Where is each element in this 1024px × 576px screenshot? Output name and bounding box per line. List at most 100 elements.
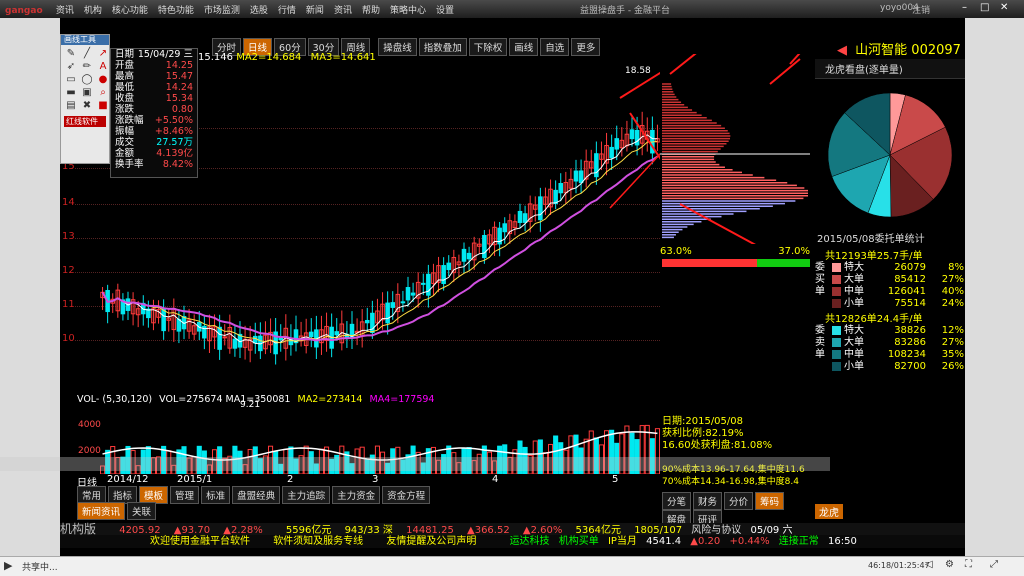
x-axis-label: 2 [287, 474, 294, 485]
menu-item[interactable]: 选股 [245, 0, 273, 19]
news-tab[interactable]: 新闻资讯 [77, 502, 126, 520]
info-row: 最高 15.47 [111, 71, 197, 82]
candle-body [222, 336, 228, 339]
color-tool-icon[interactable]: ■ [96, 100, 110, 111]
cost-panel: 日期:2015/05/08 获利比例:82.19% 16.60处获利盘:81.0… [662, 416, 812, 488]
menu-item[interactable]: 特色功能 [153, 0, 199, 19]
order-row: 小单 82700 26% [815, 361, 965, 373]
left-gutter [0, 18, 60, 556]
menu-item[interactable]: 行情 [273, 0, 301, 19]
order-swatch [832, 299, 841, 308]
notice-link[interactable]: 友情提醒及公司声明 [386, 536, 476, 547]
sell-rows: 委 特大 38826 12% 卖 大单 83286 27% 单 中单 108234 35% 小单 8270… [815, 325, 965, 373]
app-logo: gangao [5, 6, 43, 16]
vol-axis-4000: 4000 [78, 420, 101, 430]
chart-tool-button[interactable]: 操盘线 [378, 38, 417, 56]
menu-item[interactable]: 策略中心 [385, 0, 431, 19]
sell-total: 共12826单24.4手/单 [825, 314, 923, 325]
maximize-icon[interactable]: □ [980, 2, 989, 13]
edition-label: 机构版 [60, 522, 97, 536]
high-price-label: 18.58 [625, 66, 651, 76]
rect-tool-icon[interactable]: ▭ [64, 74, 78, 85]
footer-v2: ▲0.20 [690, 536, 721, 547]
x-axis-label: 5 [612, 474, 619, 485]
price-tick: 14 [62, 197, 75, 208]
info-key: 最低 [115, 82, 135, 93]
info-key: 日期 [115, 49, 135, 60]
chart-tool-button[interactable]: 画线 [509, 38, 539, 56]
fill-tool-icon[interactable]: ▬ [64, 87, 78, 98]
chart-tool-button[interactable]: 指数叠加 [418, 38, 467, 56]
menu-item[interactable]: 核心功能 [107, 0, 153, 19]
price-tick: 12 [62, 265, 75, 276]
order-row: 委 特大 38826 12% [815, 325, 965, 337]
text-tool-icon[interactable]: A [96, 61, 110, 72]
menu-item[interactable]: 设置 [431, 0, 459, 19]
menu-item[interactable]: 资讯 [329, 0, 357, 19]
info-row: 日期 15/04/29 三 [111, 49, 197, 60]
menu-item[interactable]: 市场监测 [199, 0, 245, 19]
cost-tab[interactable]: 分价 [724, 492, 754, 510]
chart-tool-button[interactable]: 自选 [540, 38, 570, 56]
ma20-line [101, 155, 659, 342]
candle-body [441, 265, 446, 284]
order-side-label: 单 [815, 349, 825, 360]
indicator-tabs: 常用 指标 模板 管理 标准 盘盟经典 主力追踪 主力资金 资金方程 [77, 486, 662, 504]
play-icon[interactable]: ▶ [4, 559, 12, 572]
pencil-tool-icon[interactable]: ✏ [80, 61, 94, 72]
order-pct: 35% [941, 349, 964, 360]
menu-item[interactable]: 资讯 [51, 0, 79, 19]
video-overlay-strip [0, 457, 830, 471]
chart-tool-button[interactable]: 下除权 [468, 38, 508, 56]
picture-tool-icon[interactable]: ▣ [80, 87, 94, 98]
close-icon[interactable]: ✕ [1000, 2, 1008, 13]
welcome-link[interactable]: 欢迎使用金融平台软件 [150, 536, 250, 547]
circle-tool-icon[interactable]: ● [96, 74, 110, 85]
dragon-tab[interactable]: 龙虎 [815, 504, 843, 519]
info-key: 收盘 [115, 93, 135, 104]
line-tool-icon[interactable]: ╱ [80, 48, 94, 59]
ray-tool-icon[interactable]: ↗ [96, 48, 110, 59]
chart-tool-button[interactable]: 更多 [571, 38, 601, 56]
order-pct: 27% [941, 274, 964, 285]
settings-icon[interactable]: ⚙ [945, 559, 954, 570]
candle-body [252, 335, 258, 344]
drawing-toolbox: 画线工具 ✎ ╱ ↗ ➶ ✏ A ▭ ◯ ● ▬ ▣ ⌕ ▤ ✖ ■ 红线软件 [60, 34, 110, 164]
profit-left-label: 63.0% [660, 246, 692, 257]
buy-total: 共12193单25.7手/单 [825, 251, 923, 262]
menu-item[interactable]: 帮助 [357, 0, 385, 19]
info-key: 涨跌幅 [115, 115, 144, 126]
candle-body [522, 213, 528, 223]
pen-tool-icon[interactable]: ✎ [64, 48, 78, 59]
info-key: 开盘 [115, 60, 135, 71]
candle-body [446, 262, 452, 271]
cost-tab[interactable]: 财务 [693, 492, 723, 510]
order-label: 小单 [844, 298, 864, 309]
info-value: +5.50% [154, 115, 193, 126]
arrow-tool-icon[interactable]: ➶ [64, 61, 78, 72]
exit-icon[interactable]: ⤢ [990, 559, 998, 570]
service-link[interactable]: 软件须知及服务专线 [273, 536, 363, 547]
ellipse-tool-icon[interactable]: ◯ [80, 74, 94, 85]
order-label: 小单 [844, 361, 864, 372]
order-label: 中单 [844, 286, 864, 297]
order-swatch [832, 275, 841, 284]
menu-item[interactable]: 机构 [79, 0, 107, 19]
search-tool-icon[interactable]: ⌕ [96, 87, 110, 98]
cost-tab[interactable]: 分笔 [662, 492, 692, 510]
annotation-line [619, 71, 660, 99]
order-pct: 24% [941, 298, 964, 309]
back-icon[interactable]: ◀ [837, 43, 847, 58]
save-tool-icon[interactable]: ▤ [64, 100, 78, 111]
menu-item[interactable]: 新闻 [301, 0, 329, 19]
delete-tool-icon[interactable]: ✖ [80, 100, 94, 111]
minimize-icon[interactable]: – [962, 2, 967, 13]
logout-link[interactable]: 注销 [912, 3, 930, 16]
candle-body [553, 189, 558, 205]
info-key: 涨跌 [115, 104, 135, 115]
fullscreen-icon[interactable]: ⛶ [965, 559, 972, 570]
cost-tab[interactable]: 筹码 [755, 492, 785, 510]
volume-icon[interactable]: ◁ [925, 559, 933, 570]
x-axis-label: 3 [372, 474, 379, 485]
news-tab[interactable]: 关联 [127, 502, 157, 520]
